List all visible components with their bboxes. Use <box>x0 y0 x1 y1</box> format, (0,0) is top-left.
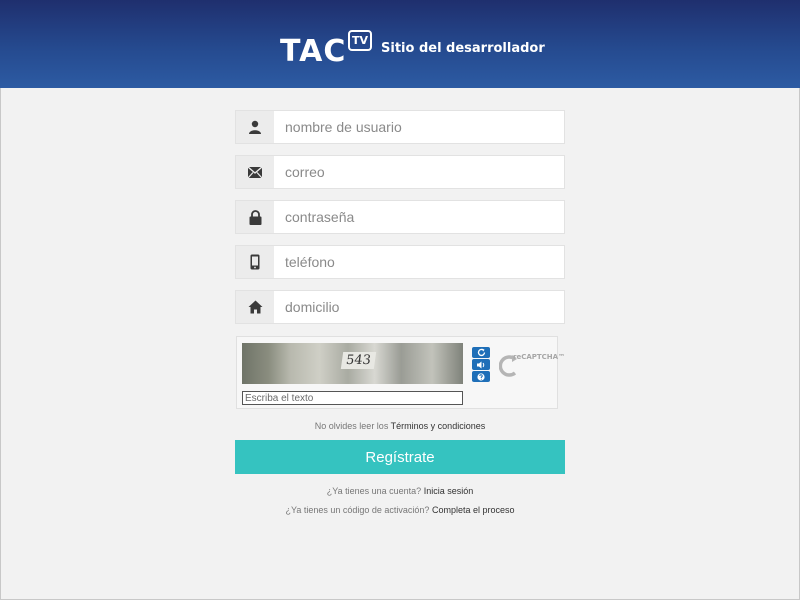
user-icon <box>236 111 274 143</box>
logo-text: TAC <box>280 34 347 69</box>
username-input[interactable] <box>274 111 564 143</box>
lock-icon <box>236 201 274 233</box>
phone-icon <box>236 246 274 278</box>
activation-prompt: ¿Ya tienes un código de activación? Comp… <box>0 505 800 515</box>
email-input[interactable] <box>274 156 564 188</box>
captcha-image: 543 <box>242 343 463 384</box>
envelope-icon <box>236 156 274 188</box>
captcha-input[interactable] <box>242 391 463 405</box>
login-link[interactable]: Inicia sesión <box>424 486 474 496</box>
recaptcha-logo: reCAPTCHA™ <box>499 345 565 381</box>
activation-prompt-text: ¿Ya tienes un código de activación? <box>285 505 430 515</box>
tac-tv-logo[interactable]: TAC TV <box>280 30 376 70</box>
audio-icon[interactable] <box>472 359 490 370</box>
captcha-image-text: 543 <box>340 352 377 369</box>
account-prompt-text: ¿Ya tienes una cuenta? <box>326 486 422 496</box>
terms-notice: No olvides leer los Términos y condicion… <box>0 421 800 431</box>
home-icon <box>236 291 274 323</box>
address-field <box>235 290 565 324</box>
recaptcha-brand: reCAPTCHA™ <box>513 353 566 361</box>
logo-badge: TV <box>348 30 373 51</box>
username-field <box>235 110 565 144</box>
password-input[interactable] <box>274 201 564 233</box>
address-input[interactable] <box>274 291 564 323</box>
phone-field <box>235 245 565 279</box>
phone-input[interactable] <box>274 246 564 278</box>
help-icon[interactable] <box>472 371 490 382</box>
header-bar: TAC TV Sitio del desarrollador <box>0 0 800 88</box>
register-button[interactable]: Regístrate <box>235 440 565 474</box>
account-prompt: ¿Ya tienes una cuenta? Inicia sesión <box>0 486 800 496</box>
terms-link[interactable]: Términos y condiciones <box>391 421 486 431</box>
site-title: Sitio del desarrollador <box>381 41 545 56</box>
captcha-widget: 543 reCAPTCHA™ <box>236 336 565 409</box>
password-field <box>235 200 565 234</box>
complete-process-link[interactable]: Completa el proceso <box>432 505 515 515</box>
refresh-icon[interactable] <box>472 347 490 358</box>
email-field <box>235 155 565 189</box>
terms-text: No olvides leer los <box>314 421 389 431</box>
